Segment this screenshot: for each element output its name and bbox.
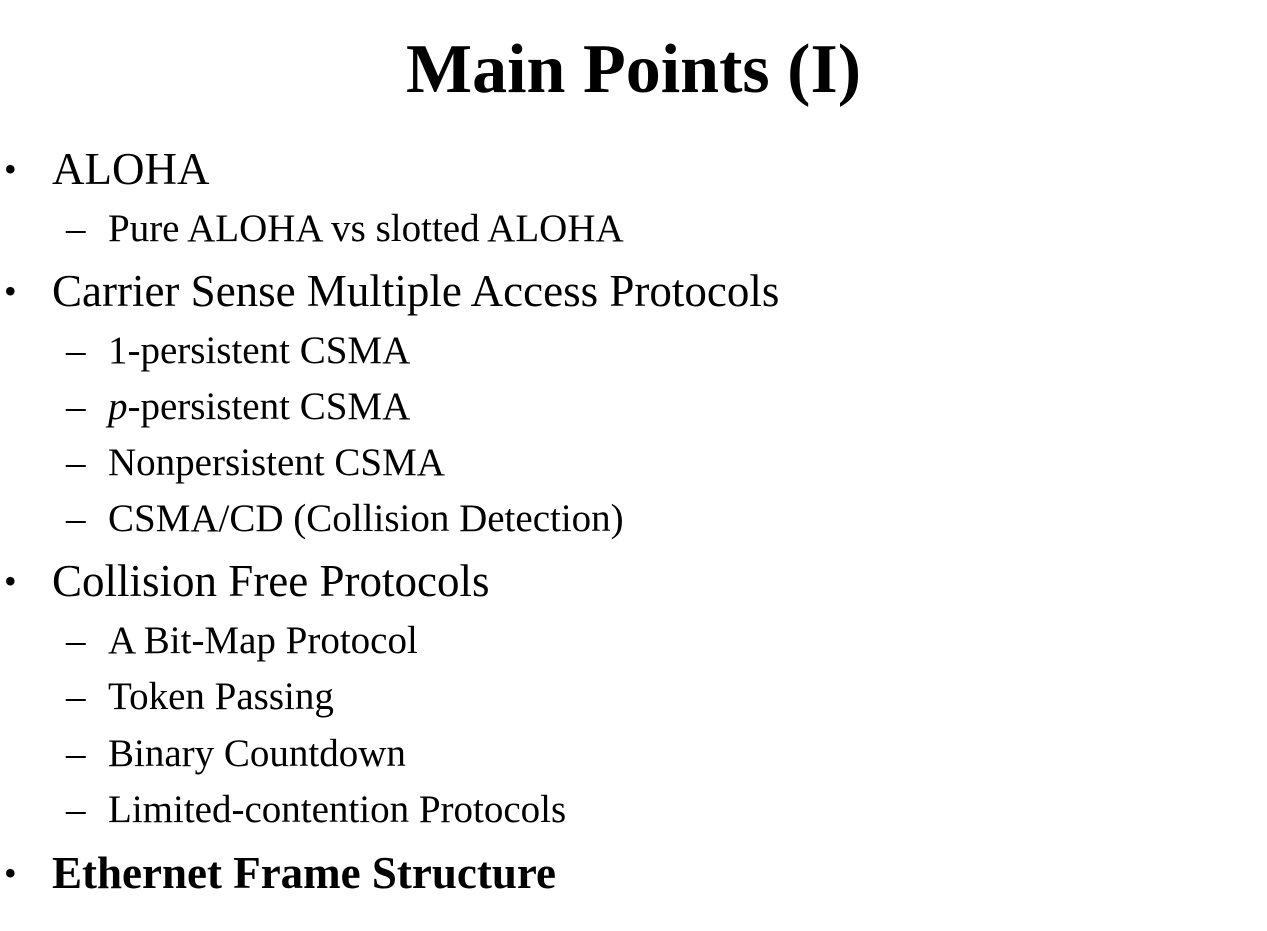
sub-bullet-text: Binary Countdown — [108, 732, 406, 775]
sub-bullet-marker: – — [66, 619, 86, 662]
sub-bullet-text: Limited-contention Protocols — [108, 788, 567, 831]
bullet-text: Ethernet Frame Structure — [52, 848, 557, 898]
sub-bullet-marker: – — [66, 329, 86, 372]
sub-bullet-text-rest: -persistent CSMA — [127, 385, 411, 428]
bullet-text: Carrier Sense Multiple Access Protocols — [52, 266, 780, 316]
bullet-marker: • — [4, 853, 17, 893]
sub-bullet-marker: – — [66, 732, 86, 775]
sub-bullet-marker: – — [66, 207, 86, 250]
bullet-text: Collision Free Protocols — [52, 556, 490, 606]
sub-bullet-text: p-persistent CSMA — [108, 382, 410, 432]
bullet-text: ALOHA — [52, 144, 210, 194]
slide-title: Main Points (I) — [406, 31, 861, 108]
sub-bullet-marker: – — [66, 675, 86, 718]
sub-bullet-text: Pure ALOHA vs slotted ALOHA — [108, 207, 624, 250]
sub-bullet-marker: – — [66, 385, 86, 428]
sub-bullet-text: Nonpersistent CSMA — [108, 441, 445, 484]
bullet-marker: • — [4, 561, 17, 601]
sub-bullet-marker: – — [66, 441, 86, 484]
bullet-marker: • — [4, 271, 17, 311]
sub-bullet-marker: – — [66, 788, 86, 831]
sub-bullet-text: Token Passing — [108, 675, 334, 718]
variable-p: p — [108, 385, 128, 428]
bullet-marker: • — [4, 149, 17, 189]
sub-bullet-marker: – — [66, 497, 86, 540]
sub-bullet-text: 1-persistent CSMA — [108, 329, 411, 372]
sub-bullet-text: A Bit-Map Protocol — [108, 619, 418, 662]
sub-bullet-text: CSMA/CD (Collision Detection) — [108, 497, 624, 540]
